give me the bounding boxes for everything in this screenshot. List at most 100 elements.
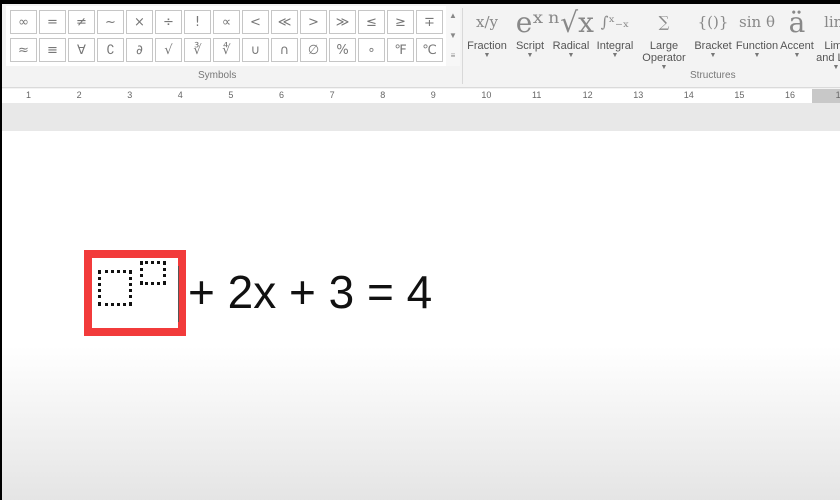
ruler-number: 1 bbox=[835, 90, 840, 100]
symbol-button[interactable]: ℃ bbox=[416, 38, 443, 62]
symbol-button[interactable]: ∘ bbox=[358, 38, 385, 62]
symbol-button[interactable]: ∪ bbox=[242, 38, 269, 62]
gallery-more-icon[interactable]: ≡ bbox=[446, 46, 460, 66]
symbol-button[interactable]: ÷ bbox=[155, 10, 182, 34]
dropdown-arrow-icon[interactable]: ▼ bbox=[549, 52, 593, 59]
symbol-button[interactable]: ≤ bbox=[358, 10, 385, 34]
symbol-button[interactable]: ∓ bbox=[416, 10, 443, 34]
symbol-button[interactable]: ≠ bbox=[68, 10, 95, 34]
structure-function-button[interactable]: sin θ Function ▼ bbox=[734, 4, 780, 59]
structures-group-label: Structures bbox=[690, 70, 736, 81]
function-icon: sin θ bbox=[739, 13, 775, 31]
equation-ribbon: ∞ = ≠ ~ × ÷! ∝ < ≪ > ≫ ≤ ≥ ∓ ≈ ≡ ∀ ∁ ∂ √ ∛ ∜ ∪ ∩ ∅% ∘ ℉ ℃ ▲ ▼ ≡ Sym… bbox=[2, 4, 840, 88]
symbol-button[interactable]: √ bbox=[155, 38, 182, 62]
symbol-button[interactable]: ∅ bbox=[300, 38, 327, 62]
structure-accent-button[interactable]: ä Accent ▼ bbox=[778, 4, 816, 60]
structure-integral-button[interactable]: ∫ˣ₋ₓ Integral ▼ bbox=[592, 4, 638, 59]
symbol-button[interactable]: ! bbox=[184, 10, 211, 34]
structure-label: Bracket bbox=[694, 40, 732, 52]
symbol-button[interactable]: ≪ bbox=[271, 10, 298, 34]
superscript-placeholder[interactable] bbox=[140, 261, 166, 285]
structure-bracket-button[interactable]: {()} Bracket ▼ bbox=[692, 4, 734, 59]
dropdown-arrow-icon[interactable]: ▼ bbox=[511, 52, 549, 59]
symbol-button[interactable]: ≫ bbox=[329, 10, 356, 34]
ruler-number: 6 bbox=[279, 90, 285, 100]
ruler-number: 13 bbox=[633, 90, 644, 100]
group-divider bbox=[462, 8, 463, 84]
ruler-number: 15 bbox=[734, 90, 745, 100]
dropdown-arrow-icon[interactable]: ▼ bbox=[638, 64, 690, 71]
dropdown-arrow-icon[interactable]: ▼ bbox=[734, 52, 780, 59]
script-icon: eˣ bbox=[515, 5, 545, 39]
symbol-button[interactable]: ∀ bbox=[68, 38, 95, 62]
dropdown-arrow-icon[interactable]: ▼ bbox=[692, 52, 734, 59]
ruler-number: 1 bbox=[26, 90, 32, 100]
symbols-gallery: ∞ = ≠ ~ × ÷! ∝ < ≪ > ≫ ≤ ≥ ∓ ≈ ≡ ∀ ∁ ∂ √ ∛ ∜ ∪ ∩ ∅% ∘ ℉ ℃ bbox=[6, 6, 446, 66]
structure-large-operator-button[interactable]: ∑ Large Operator ▼ bbox=[638, 4, 690, 71]
document-page[interactable]: + 2x + 3 = 4 bbox=[2, 131, 840, 500]
limit-icon: lim bbox=[824, 13, 840, 31]
structure-limit-and-log-button[interactable]: lim Limit and Log▼ bbox=[816, 4, 840, 71]
symbol-button[interactable]: ∜ bbox=[213, 38, 240, 62]
dropdown-arrow-icon[interactable]: ▼ bbox=[465, 52, 509, 59]
symbol-button[interactable]: ∞ bbox=[10, 10, 37, 34]
ruler-number: 16 bbox=[785, 90, 796, 100]
accent-icon: ä bbox=[788, 5, 806, 39]
dropdown-arrow-icon[interactable]: ▼ bbox=[592, 52, 638, 59]
ruler-number: 8 bbox=[380, 90, 386, 100]
structure-radical-button[interactable]: ⁿ√x Radical ▼ bbox=[548, 4, 594, 60]
ruler-number: 12 bbox=[582, 90, 593, 100]
gallery-scrollbar[interactable]: ▲ ▼ ≡ bbox=[446, 6, 460, 66]
symbol-button[interactable]: > bbox=[300, 10, 327, 34]
horizontal-ruler[interactable]: 1 2 3 4 5 6 7 8 9 10 11 12 13 14 15 16 1 bbox=[2, 89, 840, 103]
structure-label: Radical bbox=[552, 40, 590, 52]
text-cursor bbox=[178, 266, 179, 322]
structure-label: Limit and Log bbox=[816, 40, 840, 64]
dropdown-arrow-icon[interactable]: ▼ bbox=[778, 52, 816, 59]
structure-fraction-button[interactable]: x/y Fraction ▼ bbox=[465, 4, 509, 59]
large-operator-icon: ∑ bbox=[658, 13, 670, 31]
fraction-icon: x/y bbox=[476, 13, 498, 31]
symbol-button[interactable]: ≡ bbox=[39, 38, 66, 62]
structure-label: Large Operator bbox=[642, 40, 686, 64]
structure-label: Accent bbox=[780, 40, 814, 52]
symbol-button[interactable]: ∛ bbox=[184, 38, 211, 62]
scroll-up-icon[interactable]: ▲ bbox=[446, 6, 460, 26]
radical-icon: ⁿ√x bbox=[548, 5, 594, 39]
symbol-button[interactable]: × bbox=[126, 10, 153, 34]
equation-highlight-box[interactable] bbox=[84, 250, 186, 336]
symbol-button[interactable]: = bbox=[39, 10, 66, 34]
structure-label: Integral bbox=[596, 40, 634, 52]
scroll-down-icon[interactable]: ▼ bbox=[446, 26, 460, 46]
symbol-button[interactable]: ≥ bbox=[387, 10, 414, 34]
ruler-number: 3 bbox=[127, 90, 133, 100]
word-window: ∞ = ≠ ~ × ÷! ∝ < ≪ > ≫ ≤ ≥ ∓ ≈ ≡ ∀ ∁ ∂ √ ∛ ∜ ∪ ∩ ∅% ∘ ℉ ℃ ▲ ▼ ≡ Sym… bbox=[2, 4, 840, 500]
bracket-icon: {()} bbox=[697, 13, 729, 31]
symbols-group-label: Symbols bbox=[198, 70, 237, 81]
symbol-button[interactable]: < bbox=[242, 10, 269, 34]
ruler-number: 11 bbox=[532, 90, 542, 100]
base-placeholder[interactable] bbox=[98, 270, 132, 306]
symbol-button[interactable]: ∂ bbox=[126, 38, 153, 62]
dropdown-arrow-icon[interactable]: ▼ bbox=[816, 64, 840, 71]
symbol-button[interactable]: ∁ bbox=[97, 38, 124, 62]
symbol-button[interactable]: ~ bbox=[97, 10, 124, 34]
structure-label: Function bbox=[735, 40, 779, 52]
ruler-number: 9 bbox=[430, 90, 436, 100]
structure-script-button[interactable]: eˣ Script ▼ bbox=[511, 4, 549, 60]
ruler-number: 10 bbox=[481, 90, 492, 100]
structure-label: Fraction bbox=[467, 40, 507, 52]
ruler-number: 14 bbox=[683, 90, 694, 100]
ruler-number: 7 bbox=[329, 90, 335, 100]
symbol-button[interactable]: % bbox=[329, 38, 356, 62]
equation-text[interactable]: + 2x + 3 = 4 bbox=[188, 265, 432, 319]
ruler-number: 2 bbox=[76, 90, 82, 100]
page-gap bbox=[2, 103, 840, 131]
symbol-button[interactable]: ∝ bbox=[213, 10, 240, 34]
symbol-button[interactable]: ∩ bbox=[271, 38, 298, 62]
ruler-number: 4 bbox=[177, 90, 183, 100]
structure-label: Script bbox=[515, 40, 545, 52]
symbol-button[interactable]: ≈ bbox=[10, 38, 37, 62]
ruler-number: 5 bbox=[228, 90, 234, 100]
symbol-button[interactable]: ℉ bbox=[387, 38, 414, 62]
